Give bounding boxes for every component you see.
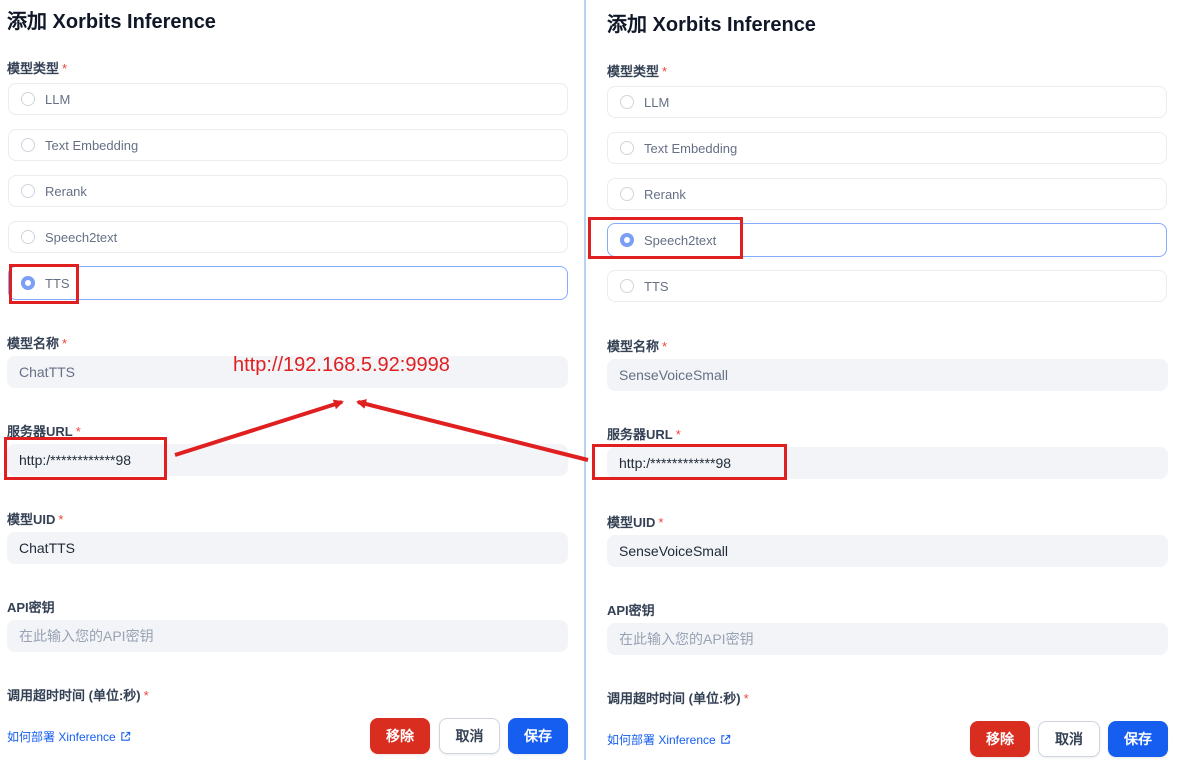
- model-type-label: 模型类型 *: [607, 64, 668, 79]
- api-key-input[interactable]: [7, 620, 568, 652]
- radio-tts[interactable]: TTS: [8, 266, 568, 300]
- dialog-title: 添加 Xorbits Inference: [7, 11, 216, 33]
- radio-label: TTS: [644, 278, 669, 294]
- radio-selected-icon: [620, 233, 634, 247]
- model-uid-label: 模型UID *: [7, 512, 64, 527]
- radio-text-embedding[interactable]: Text Embedding: [607, 132, 1167, 164]
- panel-divider: [584, 0, 586, 760]
- model-name-input[interactable]: [607, 359, 1168, 391]
- radio-circle-icon: [21, 184, 35, 198]
- model-type-label: 模型类型 *: [7, 61, 68, 76]
- radio-label: Text Embedding: [45, 137, 139, 153]
- deploy-xinference-link[interactable]: 如何部署 Xinference: [607, 731, 731, 748]
- api-key-input[interactable]: [607, 623, 1168, 655]
- cancel-button[interactable]: 取消: [439, 718, 500, 754]
- server-url-label: 服务器URL *: [607, 427, 681, 442]
- radio-label: Speech2text: [45, 229, 118, 245]
- deploy-xinference-link[interactable]: 如何部署 Xinference: [7, 728, 131, 745]
- radio-circle-icon: [620, 279, 634, 293]
- save-button[interactable]: 保存: [508, 718, 568, 754]
- server-url-input[interactable]: [607, 447, 1168, 479]
- right-dialog: 添加 Xorbits Inference 模型类型 * LLM Text Embe…: [588, 0, 1190, 760]
- radio-circle-icon: [21, 92, 35, 106]
- radio-llm[interactable]: LLM: [8, 83, 568, 115]
- model-name-label: 模型名称 *: [607, 339, 668, 354]
- model-uid-label: 模型UID *: [607, 515, 664, 530]
- model-name-label: 模型名称 *: [7, 336, 68, 351]
- server-url-input[interactable]: [7, 444, 568, 476]
- deploy-link-text: 如何部署 Xinference: [607, 733, 716, 747]
- radio-label: TTS: [45, 275, 70, 291]
- timeout-label: 调用超时时间 (单位:秒) *: [7, 688, 149, 703]
- radio-circle-icon: [21, 230, 35, 244]
- external-link-icon: [120, 731, 131, 742]
- api-key-label: API密钥: [607, 603, 655, 618]
- radio-llm[interactable]: LLM: [607, 86, 1167, 118]
- radio-selected-icon: [21, 276, 35, 290]
- timeout-label: 调用超时时间 (单位:秒) *: [607, 691, 749, 706]
- server-url-label: 服务器URL *: [7, 424, 81, 439]
- radio-label: Rerank: [45, 183, 87, 199]
- radio-label: Text Embedding: [644, 140, 738, 156]
- remove-button[interactable]: 移除: [970, 721, 1030, 757]
- model-uid-input[interactable]: [607, 535, 1168, 567]
- annotation-url-text: http://192.168.5.92:9998: [233, 354, 450, 376]
- cancel-button[interactable]: 取消: [1038, 721, 1100, 757]
- remove-button[interactable]: 移除: [370, 718, 430, 754]
- radio-rerank[interactable]: Rerank: [607, 178, 1167, 210]
- api-key-label: API密钥: [7, 600, 55, 615]
- radio-label: Speech2text: [644, 232, 717, 248]
- radio-circle-icon: [620, 141, 634, 155]
- radio-label: LLM: [644, 94, 670, 110]
- radio-circle-icon: [620, 187, 634, 201]
- radio-speech2text[interactable]: Speech2text: [607, 223, 1167, 257]
- radio-tts[interactable]: TTS: [607, 270, 1167, 302]
- deploy-link-text: 如何部署 Xinference: [7, 730, 116, 744]
- left-dialog: 添加 Xorbits Inference 模型类型 * LLM Text Embe…: [0, 0, 584, 760]
- radio-label: Rerank: [644, 186, 686, 202]
- external-link-icon: [720, 734, 731, 745]
- radio-label: LLM: [45, 91, 71, 107]
- radio-circle-icon: [620, 95, 634, 109]
- model-uid-input[interactable]: [7, 532, 568, 564]
- radio-text-embedding[interactable]: Text Embedding: [8, 129, 568, 161]
- radio-speech2text[interactable]: Speech2text: [8, 221, 568, 253]
- dialog-title: 添加 Xorbits Inference: [607, 14, 816, 36]
- save-button[interactable]: 保存: [1108, 721, 1168, 757]
- radio-rerank[interactable]: Rerank: [8, 175, 568, 207]
- radio-circle-icon: [21, 138, 35, 152]
